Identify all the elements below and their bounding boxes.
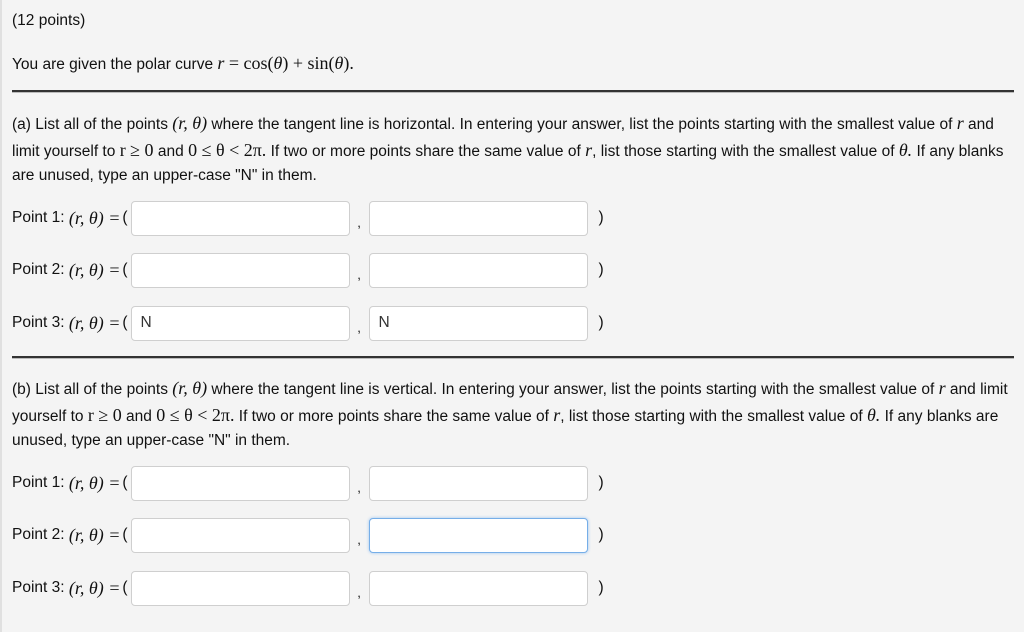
theta-input-focused[interactable] [368,517,588,553]
points-label: (12 points) [12,12,86,29]
point-label: Point 3: [12,314,65,331]
r-input[interactable] [130,465,350,501]
close-paren: ) [598,579,604,596]
polar-equation: r = cos(θ) + sin(θ). [217,53,354,73]
close-paren: ) [598,261,604,278]
close-paren: ) [598,314,604,331]
math-text: ). [343,53,354,73]
theta-input[interactable] [368,305,588,341]
math-text: ) + sin( [282,53,335,73]
open-paren: ( [122,314,128,331]
question-intro: You are given the polar curve r = cos(θ)… [12,53,354,74]
theta-input[interactable] [368,200,588,236]
open-paren: ( [122,526,128,543]
part-a-point-2-row: Point 2: (r, θ) =( , ) [12,252,604,288]
point-label: Point 2: [12,526,65,543]
theta-input[interactable] [368,570,588,606]
math-condition: 0 ≤ θ < 2π. [188,139,267,160]
comma-separator: , [357,584,361,600]
instruction-text: , list those starting with the smallest … [560,407,863,425]
math-pair: (r, θ) = [68,259,121,280]
math-pair: (r, θ) = [68,207,121,228]
math-condition: r ≥ 0 [119,139,154,160]
comma-separator: , [357,479,361,495]
math-pair: (r, θ) = [68,524,121,545]
math-var-theta: θ. [866,404,881,425]
math-condition: 0 ≤ θ < 2π. [156,404,235,425]
math-condition: r ≥ 0 [87,404,122,425]
open-paren: ( [122,261,128,278]
part-a-point-3-row: Point 3: (r, θ) =( , ) [12,305,604,341]
open-paren: ( [122,209,128,226]
close-paren: ) [598,209,604,226]
r-input[interactable] [130,200,350,236]
part-b-instructions: (b) List all of the points (r, θ) where … [12,376,1022,454]
instruction-text: and [126,407,152,425]
comma-separator: , [357,266,361,282]
theta-input[interactable] [368,465,588,501]
part-b-point-2-row: Point 2: (r, θ) =( , ) [12,517,604,553]
part-b-point-1-row: Point 1: (r, θ) =( , ) [12,465,604,501]
instruction-text: (a) List all of the points [12,116,168,133]
section-divider [12,356,1014,359]
point-label: Point 1: [12,474,65,491]
instruction-text: If two or more points share the same val… [238,407,549,425]
math-text: = cos( [224,53,274,73]
math-var-r: r [938,378,946,398]
math-pair: (r, θ) = [68,577,121,598]
open-paren: ( [122,579,128,596]
math-pair: (r, θ) [172,113,208,133]
r-input[interactable] [130,252,350,288]
instruction-text: where the tangent line is vertical. In e… [211,381,935,398]
math-pair: (r, θ) = [68,472,121,493]
part-a-instructions: (a) List all of the points (r, θ) where … [12,111,1022,189]
part-b-point-3-row: Point 3: (r, θ) =( , ) [12,570,604,606]
comma-separator: , [357,319,361,335]
math-var-theta: θ. [898,139,913,160]
instruction-text: , list those starting with the smallest … [592,142,895,160]
r-input[interactable] [130,517,350,553]
math-pair: (r, θ) [172,378,208,398]
part-a-point-1-row: Point 1: (r, θ) =( , ) [12,200,604,236]
page-left-border [0,0,2,632]
theta-input[interactable] [368,252,588,288]
close-paren: ) [598,526,604,543]
instruction-text: (b) List all of the points [12,381,168,398]
open-paren: ( [122,474,128,491]
r-input[interactable] [130,570,350,606]
point-label: Point 3: [12,579,65,596]
point-label: Point 1: [12,209,65,226]
math-var-r: r [956,113,964,133]
comma-separator: , [357,214,361,230]
comma-separator: , [357,531,361,547]
instruction-text: and [157,142,184,160]
instruction-text: where the tangent line is horizontal. In… [211,116,953,133]
section-divider [12,90,1014,93]
point-label: Point 2: [12,261,65,278]
r-input[interactable] [130,305,350,341]
instruction-text: If two or more points share the same val… [270,142,581,160]
intro-text: You are given the polar curve [12,56,214,73]
close-paren: ) [598,474,604,491]
math-pair: (r, θ) = [68,312,121,333]
